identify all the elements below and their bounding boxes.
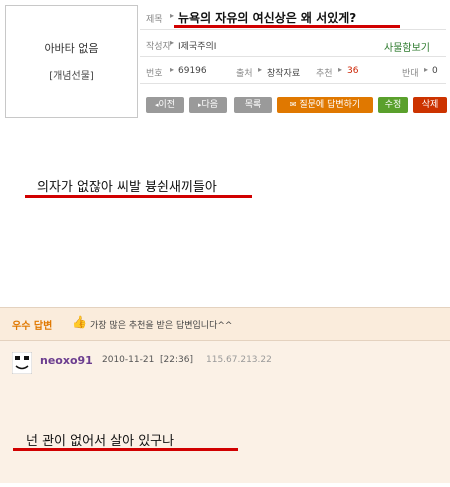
oppose-count: 0 [432,66,438,76]
locker-link[interactable]: 사물함보기 [384,39,430,54]
best-answer-badge: 우수 답변 [12,321,53,332]
arrow-right-icon: ▸ [170,11,175,20]
author-label: 작성자 [146,42,171,52]
delete-button[interactable]: 삭제 [413,97,447,113]
post-number: 69196 [178,66,207,76]
answer-date: 2010-11-21 [102,355,155,365]
answer-underline [13,448,238,451]
answer-text: 넌 관이 없어서 살아 있구나 [26,434,175,449]
avatar-box: 아바타 없음 [개념선물] [5,5,138,118]
best-answer-box: 우수 답변 👍 가장 많은 추천을 받은 답변입니다^^ neoxo91 201… [0,307,450,483]
post-source: 창작자료 [267,69,301,79]
author-name[interactable]: I제국주의I [178,39,216,52]
answer-ip: 115.67.213.22 [206,355,272,365]
answer-question-button[interactable]: ✉ 질문에 답변하기 [277,97,373,113]
post-body-text: 의자가 없잖아 씨발 븅쉰새끼들아 [37,180,217,195]
arrow-right-icon: ▸ [170,38,175,47]
recommend-count: 36 [347,66,359,76]
title-label: 제목 [146,15,163,25]
best-answer-desc: 가장 많은 추천을 받은 답변입니다^^ [90,321,233,331]
oppose-label: 반대 [402,69,419,79]
title-underline [174,25,400,28]
recommend-label: 추천 [316,69,333,79]
info-row: 번호 ▸ 69196 출처 ▸ 창작자료 추천 ▸ 36 반대 ▸ 0 [140,59,446,84]
prev-button[interactable]: ◂이전 [146,97,184,113]
thumbs-up-icon: 👍 [72,315,87,329]
user-icon [11,351,33,375]
avatar-badge[interactable]: [개념선물] [6,67,137,82]
answer-time: [22:36] [160,355,193,365]
source-label: 출처 [236,69,253,79]
edit-button[interactable]: 수정 [378,97,408,113]
best-answer-header: 우수 답변 👍 가장 많은 추천을 받은 답변입니다^^ [0,308,450,341]
avatar-placeholder-text: 아바타 없음 [44,42,99,55]
author-row: 작성자 ▸ I제국주의I 사물함보기 [140,32,446,57]
arrow-right-icon: ▸ [258,65,263,74]
speech-bubble-icon: ✉ [289,100,297,109]
next-button[interactable]: ▸다음 [189,97,227,113]
number-label: 번호 [146,69,163,79]
arrow-right-icon: ▸ [338,65,343,74]
arrow-right-icon: ▸ [424,65,429,74]
body-underline [25,195,252,198]
list-button[interactable]: 목록 [234,97,272,113]
answer-username[interactable]: neoxo91 [40,354,93,367]
arrow-right-icon: ▸ [170,65,175,74]
post-title: 뉴욕의 자유의 여신상은 왜 서있게? [178,11,357,25]
